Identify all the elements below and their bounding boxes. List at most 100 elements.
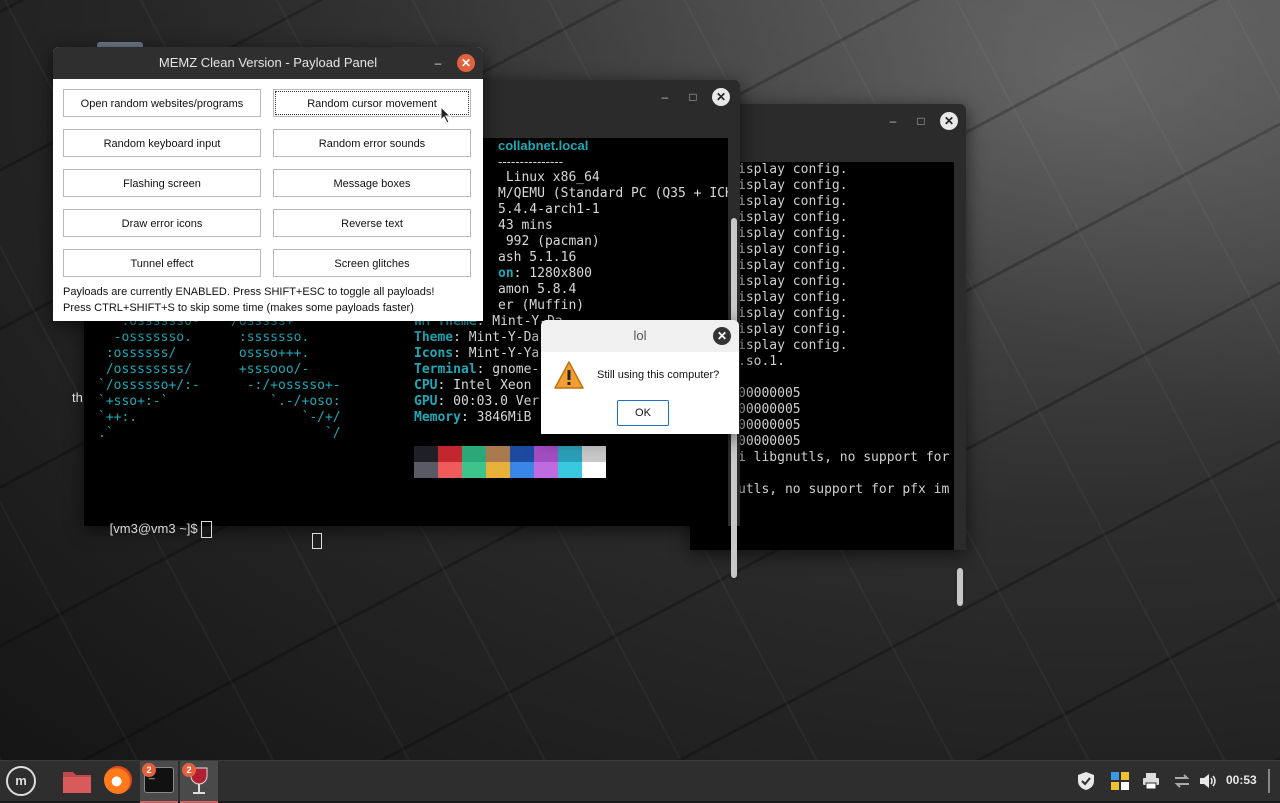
cursor-block — [201, 521, 213, 539]
payload-button-tunnel-effect[interactable]: Tunnel effect — [63, 249, 261, 277]
color-swatch — [510, 462, 534, 478]
info-value: ash 5.1.16 — [498, 250, 577, 265]
system-info-line: 5.4.4-arch1-1 — [498, 202, 600, 217]
color-swatch — [438, 446, 462, 462]
minimize-icon[interactable]: – — [656, 88, 674, 106]
terminal-line: isplay config. — [738, 210, 848, 225]
scrollbar[interactable] — [954, 162, 966, 606]
payload-button-error-icons[interactable]: Draw error icons — [63, 209, 261, 237]
system-info-line: Theme: Mint-Y-Da — [414, 330, 539, 345]
close-icon[interactable]: ✕ — [457, 54, 475, 72]
payload-button-error-sounds[interactable]: Random error sounds — [273, 129, 471, 157]
info-key: Terminal — [414, 362, 477, 377]
mint-menu-icon[interactable]: m — [6, 766, 36, 796]
terminal-line: 00000005 — [738, 418, 801, 433]
info-value: 5.4.4-arch1-1 — [498, 202, 600, 217]
system-info-line: amon 5.8.4 — [498, 282, 576, 297]
close-icon[interactable]: ✕ — [712, 88, 730, 106]
terminal-line: isplay config. — [738, 258, 848, 273]
terminal-line: isplay config. — [738, 338, 848, 353]
color-swatch — [438, 462, 462, 478]
window-title: MEMZ Clean Version - Payload Panel — [53, 47, 483, 79]
printer-icon[interactable] — [1141, 771, 1161, 791]
system-info-line: er (Muffin) — [498, 298, 584, 313]
terminal-line: utls, no support for pfx im — [738, 482, 950, 497]
separator-line: --------------- — [498, 154, 563, 169]
system-info-line: M/QEMU (Standard PC (Q35 + ICH — [498, 186, 733, 201]
payload-button-keyboard-input[interactable]: Random keyboard input — [63, 129, 261, 157]
files-launcher[interactable] — [58, 761, 96, 801]
ok-button[interactable]: OK — [617, 400, 669, 426]
ascii-logo-line: -osssssso. :sssssso. — [98, 330, 310, 345]
window-count-badge: 2 — [182, 763, 196, 777]
terminal-line: isplay config. — [738, 290, 848, 305]
terminal-line: i libgnutls, no support for — [738, 450, 950, 465]
color-swatch — [486, 462, 510, 478]
stray-cursor-block — [312, 533, 322, 549]
scrollbar-thumb[interactable] — [957, 568, 963, 606]
dialog-message: Still using this computer? — [597, 369, 720, 381]
shield-icon[interactable] — [1076, 771, 1096, 791]
terminal-line: isplay config. — [738, 306, 848, 321]
maximize-icon[interactable]: □ — [684, 88, 702, 106]
terminal-line: isplay config. — [738, 178, 848, 193]
terminal-taskbar-item[interactable]: _ 2 — [140, 761, 178, 803]
lol-message-box[interactable]: lol ✕ Still using this computer? OK — [541, 320, 739, 434]
system-info-line: Icons: Mint-Y-Ya — [414, 346, 539, 361]
info-value: : gnome- — [476, 362, 540, 377]
ascii-logo-line: `++:. `-/+/ — [98, 410, 341, 425]
minimize-icon[interactable]: – — [884, 112, 902, 130]
color-swatch — [414, 462, 438, 478]
prompt-text: [vm3@vm3 ~]$ — [109, 521, 202, 536]
terminal-line: .so.1. — [738, 354, 785, 369]
payload-button-message-boxes[interactable]: Message boxes — [273, 169, 471, 197]
wine-taskbar-item[interactable]: 2 — [180, 761, 218, 803]
close-icon[interactable]: ✕ — [713, 327, 731, 345]
volume-icon[interactable] — [1198, 771, 1218, 791]
color-swatch — [582, 446, 606, 462]
payload-button-screen-glitches[interactable]: Screen glitches — [273, 249, 471, 277]
show-desktop-button[interactable] — [1268, 769, 1270, 793]
system-info-line: Memory: 3846MiB — [414, 410, 531, 425]
payload-button-open-websites[interactable]: Open random websites/programs — [63, 89, 261, 117]
payload-button-reverse-text[interactable]: Reverse text — [273, 209, 471, 237]
system-info-line: 43 mins — [498, 218, 553, 233]
ascii-logo-line: .` `/ — [98, 426, 341, 441]
shell-prompt[interactable]: [vm3@vm3 ~]$ — [88, 506, 213, 553]
network-icon[interactable] — [1172, 771, 1192, 791]
stray-text: th — [72, 390, 83, 405]
minimize-icon[interactable]: – — [429, 54, 447, 72]
info-value: : 1280x800 — [513, 266, 592, 281]
payload-button-flashing-screen[interactable]: Flashing screen — [63, 169, 261, 197]
color-swatch — [534, 446, 558, 462]
color-swatch — [462, 462, 486, 478]
close-icon[interactable]: ✕ — [940, 112, 958, 130]
clock[interactable]: 00:53 — [1226, 773, 1257, 787]
color-swatch — [462, 446, 486, 462]
system-info-line: ash 5.1.16 — [498, 250, 576, 265]
dialog-title: lol — [541, 320, 739, 352]
system-info-line: on: 1280x800 — [498, 266, 592, 281]
update-manager-icon[interactable] — [1110, 771, 1130, 791]
terminal-line: 00000005 — [738, 434, 801, 449]
firefox-launcher[interactable] — [100, 761, 138, 801]
terminal-line: isplay config. — [738, 162, 848, 177]
warning-icon — [554, 361, 584, 389]
terminal-line: isplay config. — [738, 242, 848, 257]
color-swatch — [486, 446, 510, 462]
folder-icon — [63, 772, 91, 793]
info-value: : Intel Xeon — [437, 378, 532, 393]
firefox-icon — [104, 766, 132, 794]
system-info-line: Terminal: gnome- — [414, 362, 539, 377]
ascii-logo-line: `+sso+:-` `.-/+oso: — [98, 394, 341, 409]
color-swatch — [414, 446, 438, 462]
maximize-icon[interactable]: □ — [912, 112, 930, 130]
system-info-line: Linux x86_64 — [498, 170, 600, 185]
ascii-logo-line: :ossssss/ ossso+++. — [98, 346, 310, 361]
terminal-line: isplay config. — [738, 322, 848, 337]
mouse-pointer-icon — [440, 106, 452, 124]
info-value: 43 mins — [498, 218, 553, 233]
hostname-line: collabnet.local — [498, 138, 589, 153]
info-key: Memory — [414, 410, 461, 425]
memz-payload-panel[interactable]: MEMZ Clean Version - Payload Panel – ✕ O… — [53, 47, 483, 321]
